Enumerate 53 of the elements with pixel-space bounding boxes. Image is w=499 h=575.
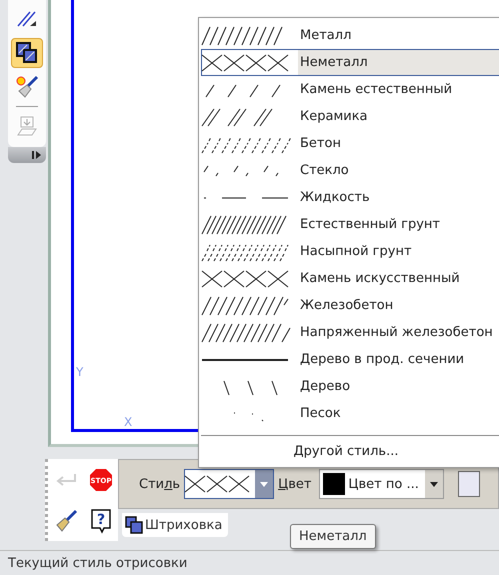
menu-item[interactable]: Жидкость [201, 184, 499, 211]
color-dropdown[interactable]: Цвет по ... [319, 469, 444, 499]
menu-item[interactable]: Камень естественный [201, 76, 499, 103]
menu-item[interactable]: Стекло [201, 157, 499, 184]
hatch-pattern-icon [201, 26, 283, 46]
hatch-pattern-icon [201, 108, 273, 126]
menu-item[interactable]: Камень искусственный [201, 265, 499, 292]
hatch-pattern-icon [201, 136, 292, 154]
hatch-tab[interactable]: Штриховка [122, 513, 228, 537]
menu-item[interactable]: Дерево в прод. сечении [201, 346, 499, 373]
menu-item[interactable]: Насыпной грунт [201, 238, 499, 265]
menu-item[interactable]: Неметалл [201, 49, 499, 76]
hatch-pattern-icon [201, 270, 289, 288]
hatch-pattern-icon [201, 244, 289, 262]
hatch-icon [15, 41, 39, 65]
menu-item[interactable]: Дерево [201, 373, 499, 400]
hatch-icon [125, 516, 143, 534]
hatch-pattern-icon [201, 54, 289, 72]
tooltip: Неметалл [290, 524, 376, 549]
axis-label: Y [76, 365, 84, 379]
menu-item[interactable]: Металл [201, 22, 499, 49]
partial-button[interactable] [458, 471, 480, 497]
style-dropdown[interactable] [184, 469, 274, 499]
enter-arrow-icon [54, 472, 76, 486]
hatch-pattern-icon [201, 322, 291, 342]
hatch-pattern-icon [201, 214, 287, 234]
axis-label: X [124, 415, 132, 429]
expand-tab[interactable] [8, 147, 46, 163]
caret-icon [260, 482, 268, 486]
hatch-pattern-icon [205, 84, 281, 98]
brush-icon [54, 508, 78, 532]
tab-label: Штриховка [145, 518, 222, 532]
style-label: Стиль [139, 476, 180, 492]
hatch-pattern-icon [201, 296, 289, 316]
hatch-pattern-icon [184, 475, 250, 493]
color-value: Цвет по ... [348, 476, 420, 492]
status-text: Текущий стиль отрисовки [8, 556, 188, 570]
brush-icon [15, 75, 39, 99]
color-label: Цвет [278, 476, 312, 492]
menu-item[interactable]: Железобетон [201, 292, 499, 319]
caret-icon [430, 482, 438, 486]
hatch-lines-icon [16, 10, 38, 28]
toolbar-button[interactable] [11, 38, 43, 68]
menu-item[interactable]: Керамика [201, 103, 499, 130]
menu-item[interactable]: Песок [201, 400, 499, 427]
menu-item[interactable]: Бетон [201, 130, 499, 157]
menu-item[interactable]: Другой стиль... [201, 442, 491, 463]
menu-item[interactable]: Напряженный железобетон [201, 319, 499, 346]
insert-icon [16, 115, 38, 137]
hatch-pattern-icon [203, 164, 279, 176]
hatch-pattern-icon [223, 380, 278, 396]
expand-icon [32, 150, 42, 160]
menu-item[interactable]: Естественный грунт [201, 211, 499, 238]
